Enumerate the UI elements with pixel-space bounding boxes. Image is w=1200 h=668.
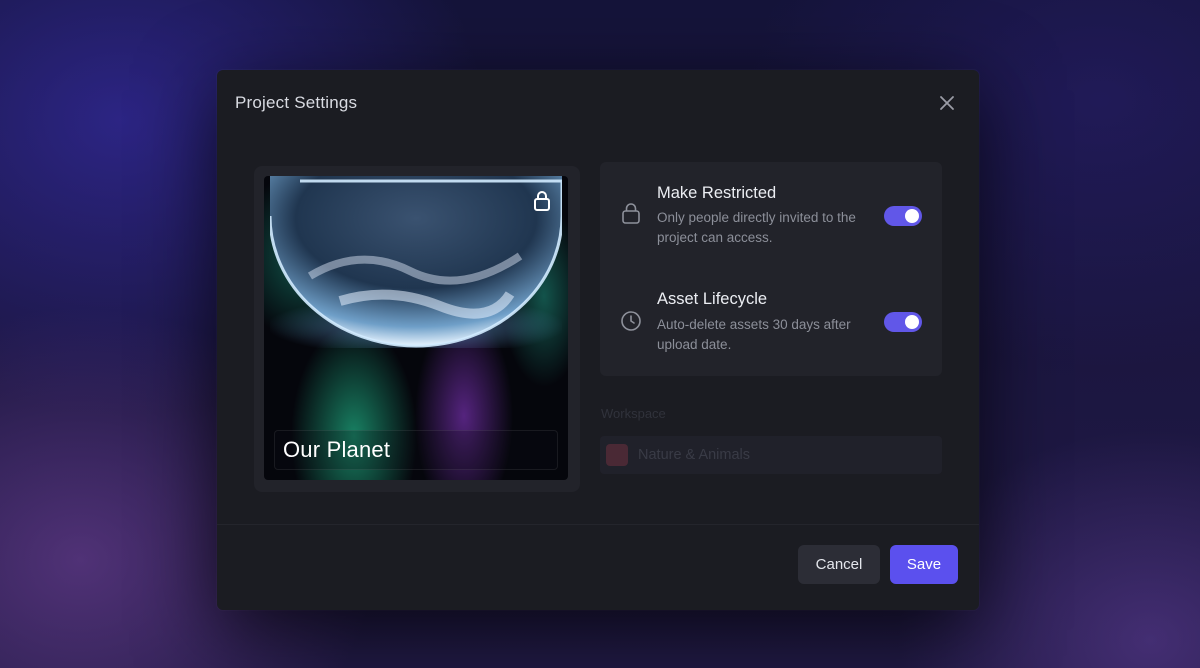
- lock-icon: [534, 191, 550, 211]
- workspace-value: Nature & Animals: [638, 447, 751, 463]
- project-cover-card[interactable]: Our Planet: [254, 166, 580, 492]
- option-title: Make Restricted: [657, 184, 777, 202]
- workspace-swatch: [606, 444, 628, 466]
- modal-body: Our Planet Make Restricted Only people d…: [217, 136, 979, 524]
- cover-title[interactable]: Our Planet: [274, 430, 558, 470]
- cancel-button[interactable]: Cancel: [798, 545, 880, 584]
- project-settings-modal: Project Settings Our Planet Make Restric…: [217, 70, 979, 610]
- toggle-knob: [905, 209, 919, 223]
- option-description: Only people directly invited to the proj…: [657, 210, 856, 245]
- close-icon: [940, 96, 954, 110]
- save-button[interactable]: Save: [890, 545, 958, 584]
- lifecycle-toggle[interactable]: [884, 312, 922, 332]
- restricted-toggle[interactable]: [884, 206, 922, 226]
- option-asset-lifecycle: Asset Lifecycle Auto-delete assets 30 da…: [600, 280, 942, 360]
- option-make-restricted: Make Restricted Only people directly inv…: [600, 172, 942, 252]
- cover-image: Our Planet: [264, 176, 568, 480]
- toggle-knob: [905, 315, 919, 329]
- modal-footer: Cancel Save: [217, 524, 979, 610]
- clock-icon: [621, 311, 641, 331]
- option-title: Asset Lifecycle: [657, 290, 768, 308]
- lock-icon: [622, 203, 640, 224]
- workspace-select[interactable]: Nature & Animals: [600, 436, 942, 474]
- modal-header: Project Settings: [217, 70, 979, 136]
- planet-image: [270, 176, 562, 348]
- option-description: Auto-delete assets 30 days after upload …: [657, 317, 851, 352]
- options-card: Make Restricted Only people directly inv…: [600, 162, 942, 376]
- modal-title: Project Settings: [235, 93, 358, 112]
- close-button[interactable]: [933, 89, 961, 117]
- workspace-label: Workspace: [601, 406, 666, 421]
